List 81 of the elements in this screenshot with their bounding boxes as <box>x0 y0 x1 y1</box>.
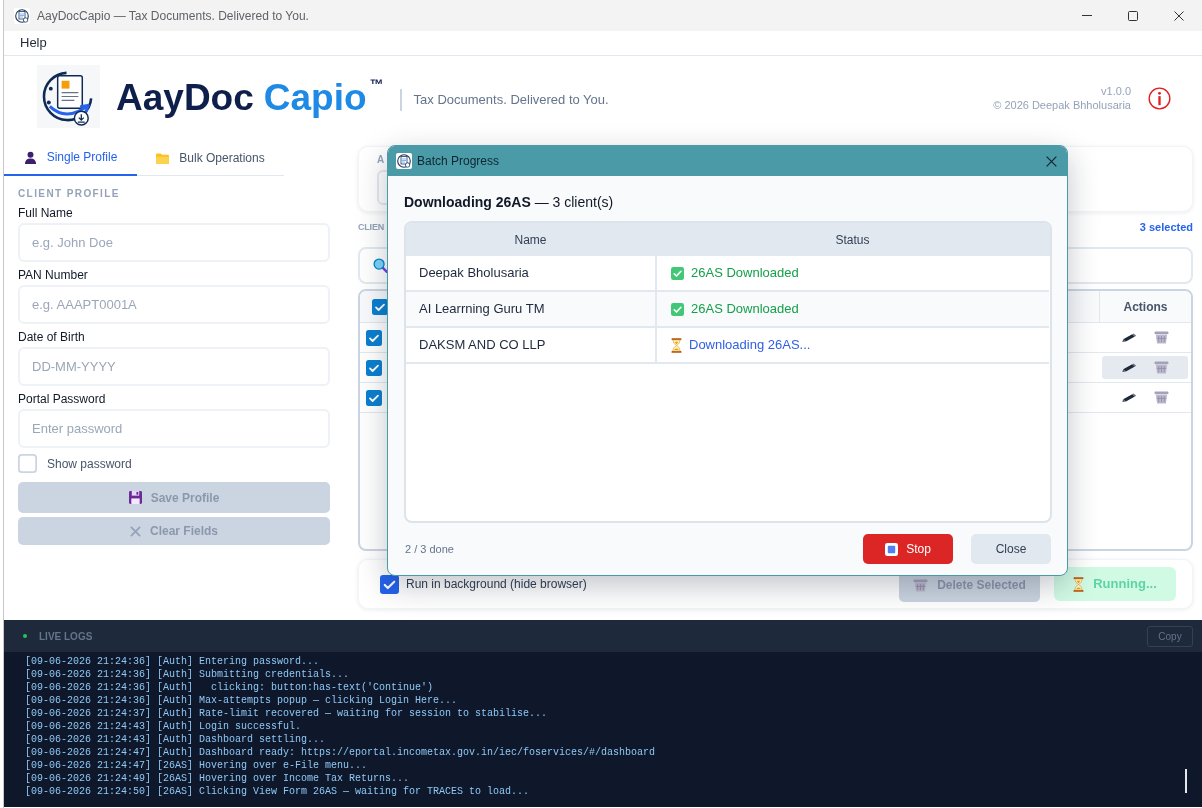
log-line: [09-06-2026 21:24:36] [Auth] Entering password... <box>25 655 320 668</box>
copyright-label: © 2026 Deepak Bhholusaria <box>993 98 1131 112</box>
input-field[interactable]: DD-MM-YYYY <box>18 347 330 386</box>
input-field[interactable]: e.g. AAAPT0001A <box>18 285 330 324</box>
log-line: [09-06-2026 21:24:36] [Auth] Max-attempts popup — clicking Login Here... <box>25 694 458 707</box>
input-field[interactable]: Enter password <box>18 409 330 448</box>
section-heading: CLIENT PROFILE <box>18 188 120 200</box>
hourglass-icon <box>671 337 682 353</box>
check-square-icon <box>671 266 684 280</box>
field-label: Portal Password <box>18 392 106 406</box>
field-label: Date of Birth <box>18 330 85 344</box>
field-label: Full Name <box>18 206 73 220</box>
trash-icon[interactable] <box>1153 391 1169 404</box>
person-icon <box>23 150 37 164</box>
log-line: [09-06-2026 21:24:36] [Auth] Submitting credentials... <box>25 668 350 681</box>
close-icon <box>130 525 141 537</box>
check-square-icon <box>671 302 684 316</box>
hourglass-icon <box>1073 576 1085 592</box>
panel-title: LIVE LOGS <box>39 629 93 644</box>
input-field[interactable]: e.g. John Doe <box>18 223 330 262</box>
table-cell-text: Deepak Bholusaria <box>419 264 529 283</box>
table-cell-text: AI Learrning Guru TM <box>419 300 545 319</box>
stop-button[interactable]: Stop <box>863 534 953 564</box>
trash-icon <box>913 578 929 592</box>
copy-button[interactable]: Copy <box>1147 625 1193 647</box>
progress-text: 2 / 3 done <box>405 541 454 557</box>
dialog-heading: Downloading 26AS — 3 client(s) <box>404 194 614 210</box>
table-cell-text: DAKSM AND CO LLP <box>419 336 546 355</box>
log-line: [09-06-2026 21:24:43] [Auth] Login successful. <box>25 720 302 733</box>
checkbox[interactable] <box>372 298 388 315</box>
save-icon <box>128 491 142 504</box>
info-icon[interactable] <box>1148 86 1171 110</box>
log-line: [09-06-2026 21:24:47] [Auth] Dashboard ready: https://eportal.incometax.gov.in/iec/foservices/#/dashboard <box>25 746 656 759</box>
log-line: [09-06-2026 21:24:50] [26AS] Clicking View Form 26AS — waiting for TRACES to load... <box>25 785 530 798</box>
dialog-title: Batch Progress <box>417 153 500 170</box>
selected-count: 3 selected <box>1139 221 1193 233</box>
pencil-icon[interactable] <box>1121 363 1137 372</box>
log-line: [09-06-2026 21:24:43] [Auth] Dashboard settling... <box>25 733 326 746</box>
log-line: [09-06-2026 21:24:47] [26AS] Hovering over e-File menu... <box>25 759 368 772</box>
checkbox[interactable] <box>380 574 399 594</box>
log-line: [09-06-2026 21:24:37] [Auth] Rate-limit recovered — waiting for session to stabilise... <box>25 707 548 720</box>
checkbox-label: Run in background (hide browser) <box>406 576 587 593</box>
app-logo-icon <box>396 153 412 169</box>
field-label: A <box>377 154 385 166</box>
cursor-icon <box>1185 769 1187 793</box>
log-line: [09-06-2026 21:24:36] [Auth] clicking: button:has-text('Continue') <box>25 681 434 694</box>
status-text: 26AS Downloaded <box>691 300 799 319</box>
menu-item[interactable]: Help <box>20 33 47 53</box>
status-text: 26AS Downloaded <box>691 264 799 283</box>
column-header: Actions <box>1123 298 1168 316</box>
section-heading: CLIEN <box>358 221 384 233</box>
app-logo-icon <box>14 7 30 24</box>
status-text: Downloading 26AS... <box>689 336 811 355</box>
search-icon <box>373 258 388 273</box>
checkbox[interactable] <box>366 389 382 406</box>
pencil-icon[interactable] <box>1121 393 1137 402</box>
close-icon[interactable] <box>1046 155 1057 167</box>
close-icon[interactable] <box>1174 10 1184 21</box>
tagline: Tax Documents. Delivered to You. <box>413 91 609 110</box>
close-button[interactable]: Close <box>971 534 1051 564</box>
log-line: [09-06-2026 21:24:49] [26AS] Hovering over Income Tax Returns... <box>25 772 410 785</box>
tab[interactable]: Single Profile <box>4 140 137 176</box>
checkbox[interactable] <box>18 454 37 473</box>
document-emblem-logo-icon <box>37 64 100 128</box>
checkbox[interactable] <box>366 359 382 376</box>
window-title: AayDocCapio — Tax Documents. Delivered to You. <box>37 7 309 25</box>
checkbox[interactable] <box>366 329 382 346</box>
trash-icon[interactable] <box>1153 361 1169 374</box>
field-label: PAN Number <box>18 268 88 282</box>
maximize-icon[interactable] <box>1128 10 1138 21</box>
column-header: Name <box>514 231 547 249</box>
trash-icon[interactable] <box>1153 331 1169 344</box>
version-label: v1.0.0 <box>1101 84 1131 98</box>
pencil-icon[interactable] <box>1121 333 1137 342</box>
status-dot-icon <box>23 634 27 638</box>
column-header: Status <box>835 231 870 249</box>
tab[interactable]: Bulk Operations <box>137 141 284 176</box>
stop-icon <box>885 542 899 556</box>
folder-icon <box>156 152 170 164</box>
checkbox-label: Show password <box>47 455 132 473</box>
brand-name: AayDoc Capio™ <box>116 78 384 118</box>
